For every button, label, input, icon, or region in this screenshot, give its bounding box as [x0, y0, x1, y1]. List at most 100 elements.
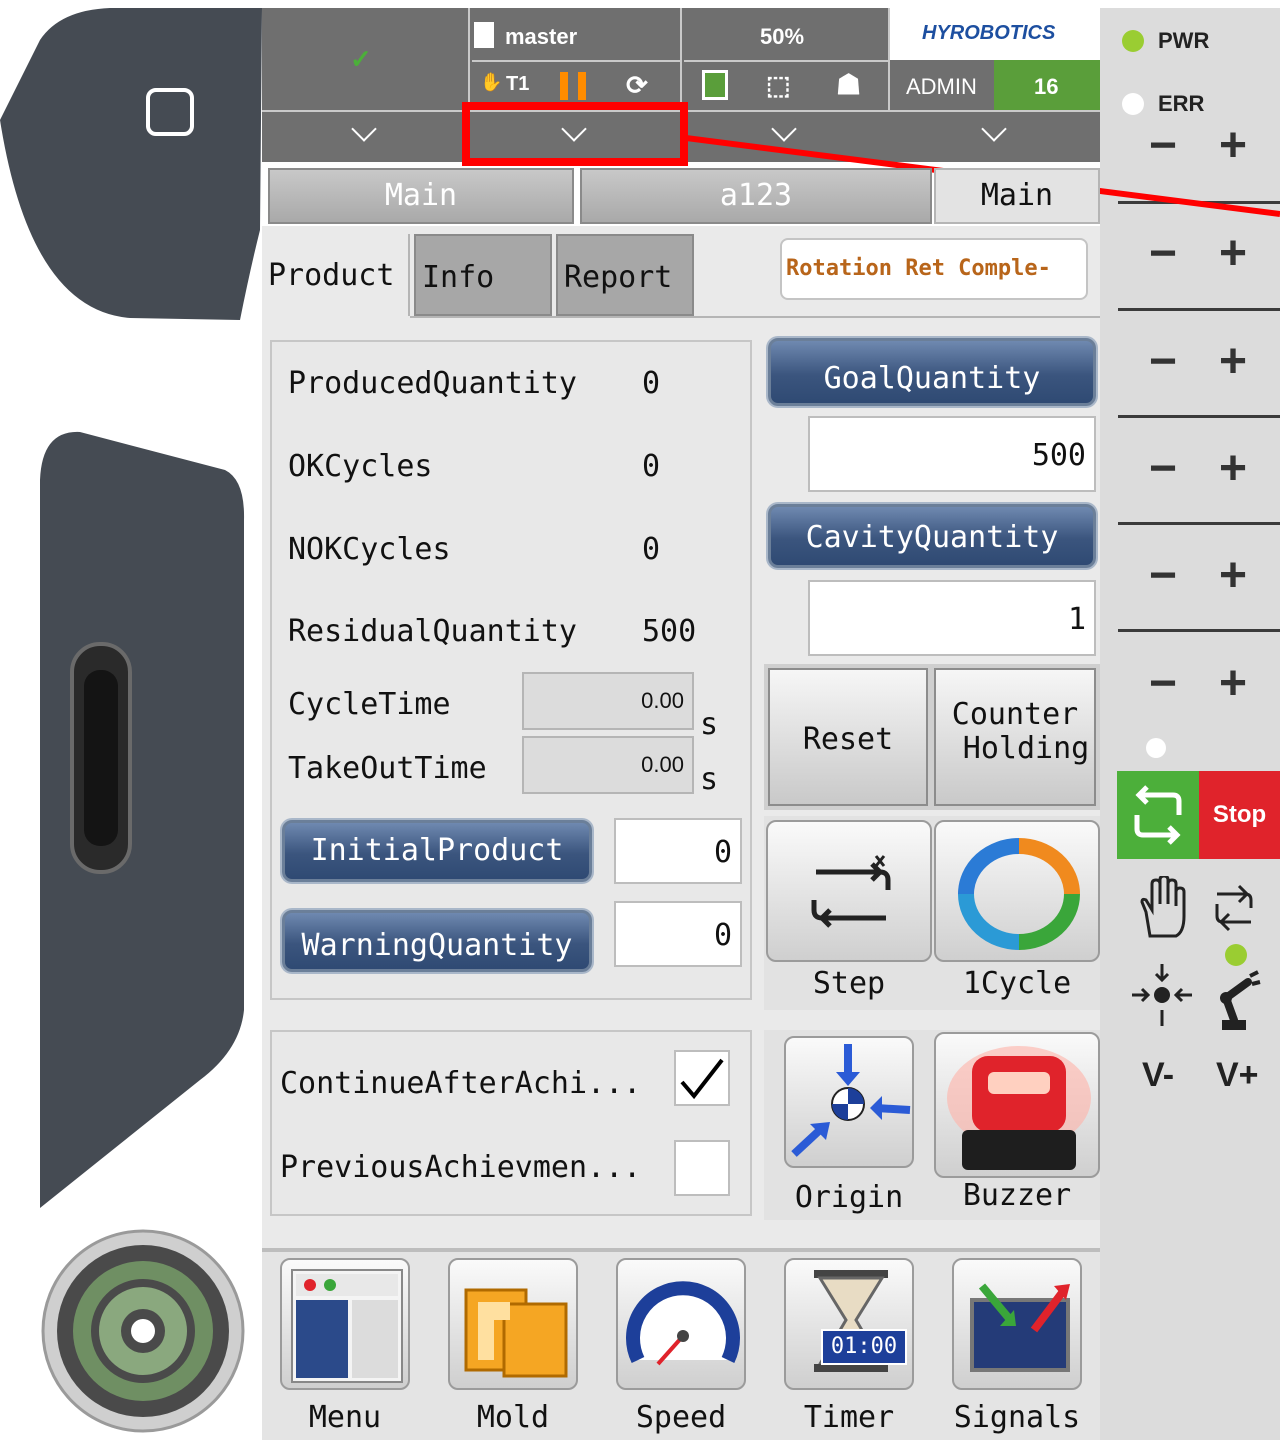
counter-holding-button[interactable]: Counter Holding — [934, 668, 1096, 806]
chevron-down-icon[interactable] — [351, 116, 377, 142]
warning-quantity-input[interactable]: 0 — [614, 901, 742, 967]
mode-label: T1 — [506, 73, 530, 95]
step-icon — [811, 855, 891, 928]
cycle-time-value: 0.00 — [522, 672, 694, 730]
step-button[interactable] — [766, 820, 932, 962]
axis2-minus-button[interactable]: − — [1138, 230, 1188, 278]
highlight-box — [462, 102, 688, 166]
tab-info[interactable]: Info — [414, 234, 552, 316]
counter-holding-line2: Holding — [962, 731, 1090, 766]
tool-icon[interactable] — [702, 70, 728, 100]
tab-main-active[interactable]: Main — [934, 168, 1100, 224]
stop-button[interactable]: Stop — [1199, 771, 1280, 859]
divider — [1118, 308, 1280, 311]
previous-achievement-checkbox[interactable] — [674, 1140, 730, 1196]
tab-main[interactable]: Main — [268, 168, 574, 224]
origin-target-icon[interactable] — [1130, 962, 1194, 1028]
counter-value: 500 — [642, 614, 697, 649]
auto-cycle-icon[interactable] — [1205, 874, 1263, 938]
hourglass-icon — [814, 1270, 907, 1372]
divider — [1118, 522, 1280, 525]
timer-button[interactable]: 01:00 — [784, 1258, 914, 1390]
divider — [1118, 629, 1280, 632]
run-button[interactable] — [1117, 771, 1199, 859]
axis2-plus-button[interactable]: + — [1208, 230, 1258, 278]
cavity-quantity-input[interactable]: 1 — [808, 580, 1096, 656]
joystick-knob[interactable] — [40, 1228, 246, 1434]
takeout-time-unit: s — [700, 762, 719, 797]
mold-button[interactable] — [448, 1258, 578, 1390]
counter-label: OKCycles — [288, 449, 433, 484]
menu-caption: Menu — [308, 1400, 382, 1435]
refresh-icon[interactable]: ⟳ — [626, 70, 648, 101]
program-name: master — [505, 24, 578, 49]
signals-button[interactable] — [952, 1258, 1082, 1390]
initial-product-button[interactable]: InitialProduct — [282, 820, 592, 882]
axis6-minus-button[interactable]: − — [1138, 660, 1188, 708]
workpiece-icon[interactable]: ⬚ — [766, 70, 791, 101]
speedometer-icon — [626, 1281, 740, 1366]
buzzer-button[interactable] — [934, 1032, 1100, 1178]
tab-product[interactable]: Product — [262, 234, 410, 316]
counter-label: ResidualQuantity — [288, 614, 577, 649]
counter-value: 0 — [642, 532, 661, 567]
program-icon — [474, 22, 494, 48]
speed-caption: Speed — [635, 1400, 727, 1435]
origin-caption: Origin — [794, 1180, 904, 1215]
pwr-led-icon — [1122, 30, 1144, 52]
cycle-run-icon — [1134, 785, 1182, 845]
status-message: Rotation Ret Comple- — [780, 238, 1088, 300]
timer-caption: Timer — [803, 1400, 895, 1435]
axis4-plus-button[interactable]: + — [1208, 445, 1258, 493]
manual-hand-icon[interactable] — [1136, 876, 1188, 940]
speed-value: 50% — [760, 24, 805, 49]
user-level: 16 — [1034, 74, 1059, 99]
reset-button[interactable]: Reset — [768, 668, 928, 806]
axis6-plus-button[interactable]: + — [1208, 660, 1258, 708]
menu-screen-icon — [291, 1269, 403, 1383]
axis5-plus-button[interactable]: + — [1208, 552, 1258, 600]
signals-icon — [970, 1283, 1070, 1372]
counter-holding-line1: Counter — [951, 697, 1079, 732]
takeout-time-label: TakeOutTime — [288, 751, 487, 786]
counter-value: 0 — [642, 449, 661, 484]
pwr-label: PWR — [1158, 28, 1210, 53]
user-name: ADMIN — [906, 74, 977, 99]
pendant-body — [0, 8, 262, 1440]
initial-product-input[interactable]: 0 — [614, 818, 742, 884]
continue-after-checkbox[interactable] — [674, 1050, 730, 1106]
speed-up-button[interactable]: V+ — [1216, 1056, 1259, 1095]
buzzer-icon — [947, 1046, 1091, 1170]
pause-icon[interactable] — [560, 72, 586, 100]
counter-value: 0 — [642, 366, 661, 401]
axis5-minus-button[interactable]: − — [1138, 552, 1188, 600]
home-icon[interactable] — [146, 88, 194, 136]
origin-button[interactable] — [784, 1036, 914, 1168]
tab-report[interactable]: Report — [556, 234, 694, 316]
tab-a123[interactable]: a123 — [580, 168, 932, 224]
buzzer-caption: Buzzer — [962, 1178, 1072, 1213]
menu-button[interactable] — [280, 1258, 410, 1390]
cycle-time-label: CycleTime — [288, 687, 451, 722]
timer-display: 01:00 — [830, 1334, 898, 1359]
one-cycle-button[interactable] — [934, 820, 1100, 962]
axis3-minus-button[interactable]: − — [1138, 338, 1188, 386]
status-led-icon — [1146, 738, 1166, 758]
axis4-minus-button[interactable]: − — [1138, 445, 1188, 493]
counter-label: NOKCycles — [288, 532, 451, 567]
divider — [472, 60, 680, 62]
user-frame-icon[interactable]: ☗ — [836, 68, 861, 101]
goal-quantity-button[interactable]: GoalQuantity — [768, 338, 1096, 406]
warning-quantity-button[interactable]: WarningQuantity — [282, 910, 592, 972]
err-led-icon — [1122, 93, 1144, 115]
speed-down-button[interactable]: V- — [1142, 1056, 1174, 1095]
axis3-plus-button[interactable]: + — [1208, 338, 1258, 386]
cavity-quantity-button[interactable]: CavityQuantity — [768, 504, 1096, 568]
goal-quantity-input[interactable]: 500 — [808, 416, 1096, 492]
speed-button[interactable] — [616, 1258, 746, 1390]
origin-icon — [791, 1044, 911, 1157]
robot-arm-icon[interactable] — [1212, 968, 1264, 1032]
brand-logo-text: HYROBOTICS — [922, 22, 1056, 44]
hand-mode-icon: ✋ — [480, 72, 503, 92]
takeout-time-value: 0.00 — [522, 736, 694, 794]
